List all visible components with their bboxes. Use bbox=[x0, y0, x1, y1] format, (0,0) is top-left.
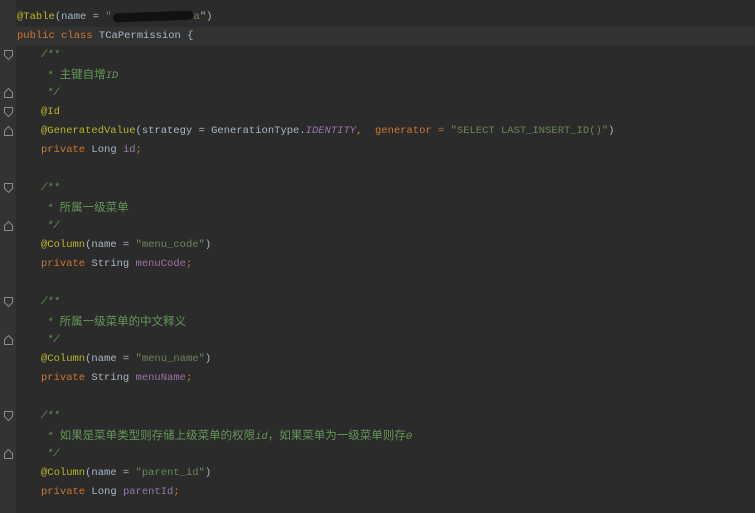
doc-comment-line: * 如果是菜单类型则存储上级菜单的权限id，如果菜单为一级菜单则存0 bbox=[47, 428, 413, 443]
code-line-id-annotation: @Id bbox=[41, 106, 60, 118]
doc-comment-line: * 所属一级菜单 bbox=[47, 200, 129, 215]
doc-comment-open: /** bbox=[41, 182, 60, 194]
fold-close-icon[interactable] bbox=[4, 335, 13, 345]
doc-comment-close: */ bbox=[47, 220, 60, 232]
redacted-table-name bbox=[112, 10, 193, 23]
code-editor[interactable]: @Table(name = " a") public class TCaPermi… bbox=[0, 0, 755, 513]
doc-comment-open: /** bbox=[41, 296, 60, 308]
code-line-column-parent-id: @Column(name = "parent_id") bbox=[41, 467, 212, 479]
fold-open-icon[interactable] bbox=[4, 183, 13, 193]
fold-open-icon[interactable] bbox=[4, 297, 13, 307]
code-line-table-annotation: @Table(name = " a") bbox=[17, 10, 213, 23]
doc-comment-close: */ bbox=[47, 448, 60, 460]
code-line-column-menu-code: @Column(name = "menu_code") bbox=[41, 239, 212, 251]
fold-close-icon[interactable] bbox=[4, 126, 13, 136]
code-line-field-menu-name: private String menuName; bbox=[41, 372, 193, 384]
fold-open-icon[interactable] bbox=[4, 50, 13, 60]
fold-close-icon[interactable] bbox=[4, 88, 13, 98]
table-annotation: @Table bbox=[17, 11, 55, 23]
code-line-generated-value: @GeneratedValue(strategy = GenerationTyp… bbox=[41, 125, 615, 137]
doc-comment-line: * 所属一级菜单的中文释义 bbox=[47, 314, 187, 329]
fold-open-icon[interactable] bbox=[4, 411, 13, 421]
code-line-field-parent-id: private Long parentId; bbox=[41, 486, 180, 498]
doc-comment-line: * 主键自增ID bbox=[47, 67, 119, 82]
class-name: TCaPermission bbox=[98, 30, 181, 42]
editor-gutter bbox=[0, 0, 16, 513]
fold-open-icon[interactable] bbox=[4, 107, 13, 117]
code-line-class-declaration: public class TCaPermission { bbox=[16, 27, 755, 46]
code-line-field-menu-code: private String menuCode; bbox=[41, 258, 193, 270]
doc-comment-close: */ bbox=[47, 87, 60, 99]
doc-comment-open: /** bbox=[41, 410, 60, 422]
doc-comment-close: */ bbox=[47, 334, 60, 346]
code-line-field-id: private Long id; bbox=[41, 144, 142, 156]
fold-close-icon[interactable] bbox=[4, 449, 13, 459]
fold-close-icon[interactable] bbox=[4, 221, 13, 231]
code-line-column-menu-name: @Column(name = "menu_name") bbox=[41, 353, 212, 365]
doc-comment-open: /** bbox=[41, 49, 60, 61]
